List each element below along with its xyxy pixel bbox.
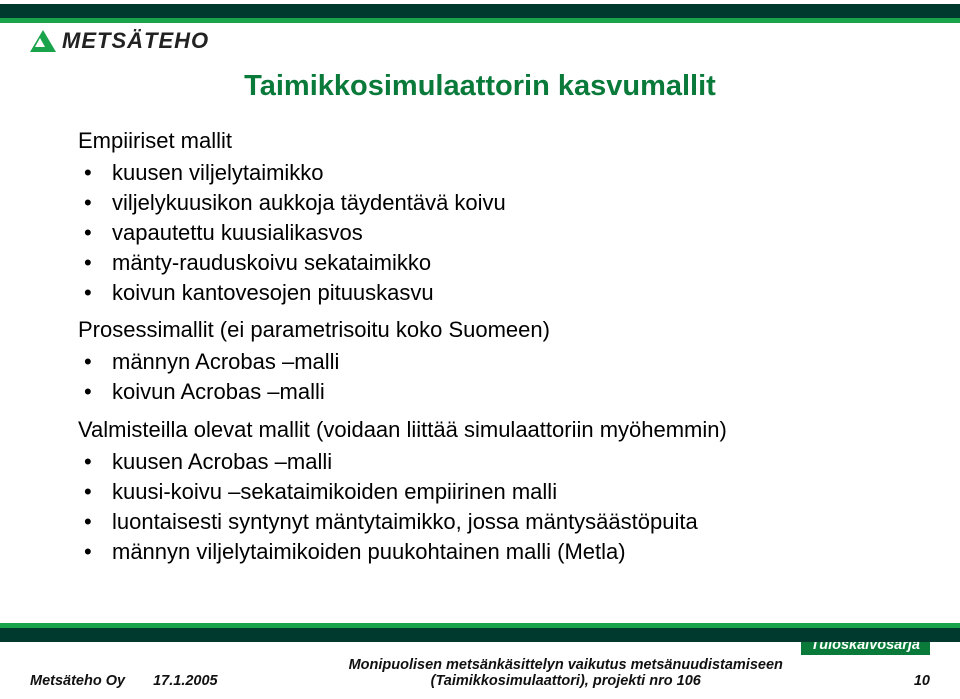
footer-company: Metsäteho Oy xyxy=(30,673,125,689)
list-item: koivun kantovesojen pituuskasvu xyxy=(78,278,910,308)
footer-accent-bars xyxy=(0,623,960,642)
bullet-list-inprogress: kuusen Acrobas –malli kuusi-koivu –sekat… xyxy=(78,447,910,567)
bullet-list-empirical: kuusen viljelytaimikko viljelykuusikon a… xyxy=(78,158,910,308)
top-accent-bars xyxy=(0,4,960,23)
list-item: männyn Acrobas –malli xyxy=(78,347,910,377)
list-item: männyn viljelytaimikoiden puukohtainen m… xyxy=(78,537,910,567)
list-item: kuusen viljelytaimikko xyxy=(78,158,910,188)
list-item: kuusen Acrobas –malli xyxy=(78,447,910,477)
page-number: 10 xyxy=(914,673,930,689)
section-heading-inprogress: Valmisteilla olevat mallit (voidaan liit… xyxy=(78,415,910,445)
footer-right: 10 xyxy=(914,673,930,689)
list-item: mänty-rauduskoivu sekataimikko xyxy=(78,248,910,278)
top-bar-dark xyxy=(0,4,960,18)
footer-center-line2: (Taimikkosimulaattori), projekti nro 106 xyxy=(238,673,894,689)
list-item: vapautettu kuusialikasvos xyxy=(78,218,910,248)
list-item: kuusi-koivu –sekataimikoiden empiirinen … xyxy=(78,477,910,507)
footer: Metsäteho Oy 17.1.2005 Monipuolisen mets… xyxy=(30,657,930,689)
logo-text: METSÄTEHO xyxy=(62,28,209,54)
list-item: luontaisesti syntynyt mäntytaimikko, jos… xyxy=(78,507,910,537)
logo: METSÄTEHO xyxy=(30,28,209,54)
list-item: viljelykuusikon aukkoja täydentävä koivu xyxy=(78,188,910,218)
footer-left: Metsäteho Oy 17.1.2005 xyxy=(30,673,218,689)
slide: METSÄTEHO Taimikkosimulaattorin kasvumal… xyxy=(0,0,960,699)
section-heading-process: Prosessimallit (ei parametrisoitu koko S… xyxy=(78,315,910,345)
footer-bar-dark xyxy=(0,628,960,642)
slide-title: Taimikkosimulaattorin kasvumallit xyxy=(0,70,960,103)
footer-center-line1: Monipuolisen metsänkäsittelyn vaikutus m… xyxy=(349,657,783,673)
bullet-list-process: männyn Acrobas –malli koivun Acrobas –ma… xyxy=(78,347,910,407)
logo-tree-icon xyxy=(30,30,56,52)
section-heading-empirical: Empiiriset mallit xyxy=(78,126,910,156)
top-bar-green xyxy=(0,18,960,23)
slide-body: Empiiriset mallit kuusen viljelytaimikko… xyxy=(78,118,910,569)
list-item: koivun Acrobas –malli xyxy=(78,377,910,407)
footer-date: 17.1.2005 xyxy=(153,673,218,689)
footer-center: Monipuolisen metsänkäsittelyn vaikutus m… xyxy=(238,657,894,689)
